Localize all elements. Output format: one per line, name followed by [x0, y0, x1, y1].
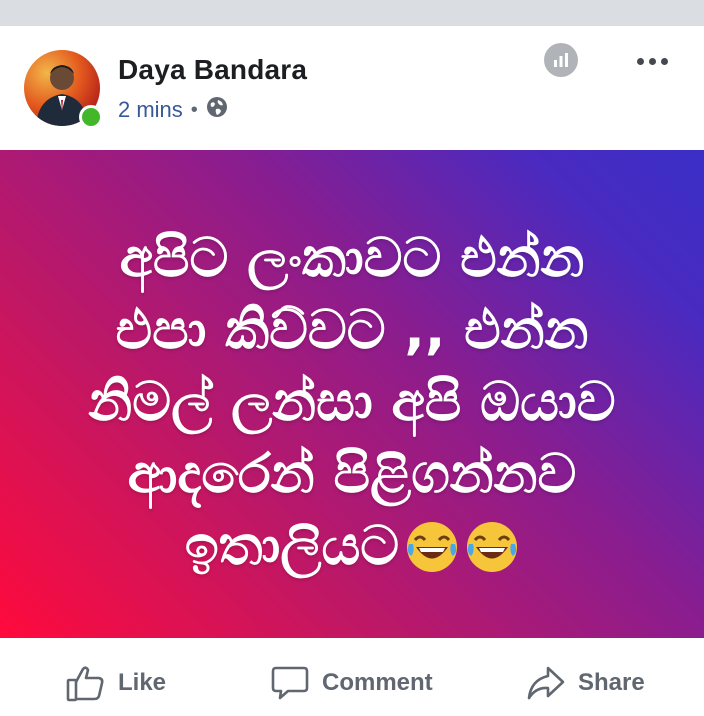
globe-icon[interactable] — [206, 96, 228, 124]
author-name[interactable]: Daya Bandara — [118, 54, 307, 86]
post-text-line: අපිට ලංකාවට එන්න — [119, 226, 585, 289]
post-meta: 2 mins • — [118, 96, 228, 124]
divider — [0, 638, 704, 650]
comment-label: Comment — [322, 669, 433, 696]
more-options-icon[interactable] — [628, 46, 676, 76]
laughing-emoji-icon — [407, 522, 458, 572]
comment-bubble-icon — [271, 666, 309, 700]
like-button[interactable]: Like — [66, 650, 166, 716]
post-time[interactable]: 2 mins — [118, 97, 183, 123]
meta-separator: • — [190, 98, 198, 121]
share-arrow-icon — [527, 666, 565, 700]
post-image[interactable]: අපිට ලංකාවට එන්න එපා කිව්වට ,, එන්න නිමල… — [0, 150, 704, 638]
share-label: Share — [578, 669, 645, 696]
share-button[interactable]: Share — [526, 650, 645, 716]
laughing-emoji-icon — [467, 522, 518, 572]
action-bar: Like Comment Share — [0, 650, 704, 716]
post-header: Daya Bandara 2 mins • — [0, 26, 704, 150]
post-text-line: නිමල් ලන්සා අපි ඔයාව — [88, 370, 616, 433]
post-image-text: අපිට ලංකාවට එන්න එපා කිව්වට ,, එන්න නිමල… — [40, 222, 664, 582]
comment-button[interactable]: Comment — [270, 650, 433, 716]
insights-icon[interactable] — [544, 43, 578, 77]
online-status-indicator — [79, 105, 103, 129]
post-text-line: ආදරෙන් පිළිගන්නව — [127, 442, 577, 505]
top-strip — [0, 0, 704, 26]
like-label: Like — [118, 669, 167, 696]
thumbs-up-icon — [66, 666, 104, 702]
post-text-line: එපා කිව්වට ,, එන්න — [115, 298, 589, 361]
post-text-line: ඉතාලියට — [184, 514, 400, 577]
post-text-last-line: ඉතාලියට — [40, 510, 664, 582]
